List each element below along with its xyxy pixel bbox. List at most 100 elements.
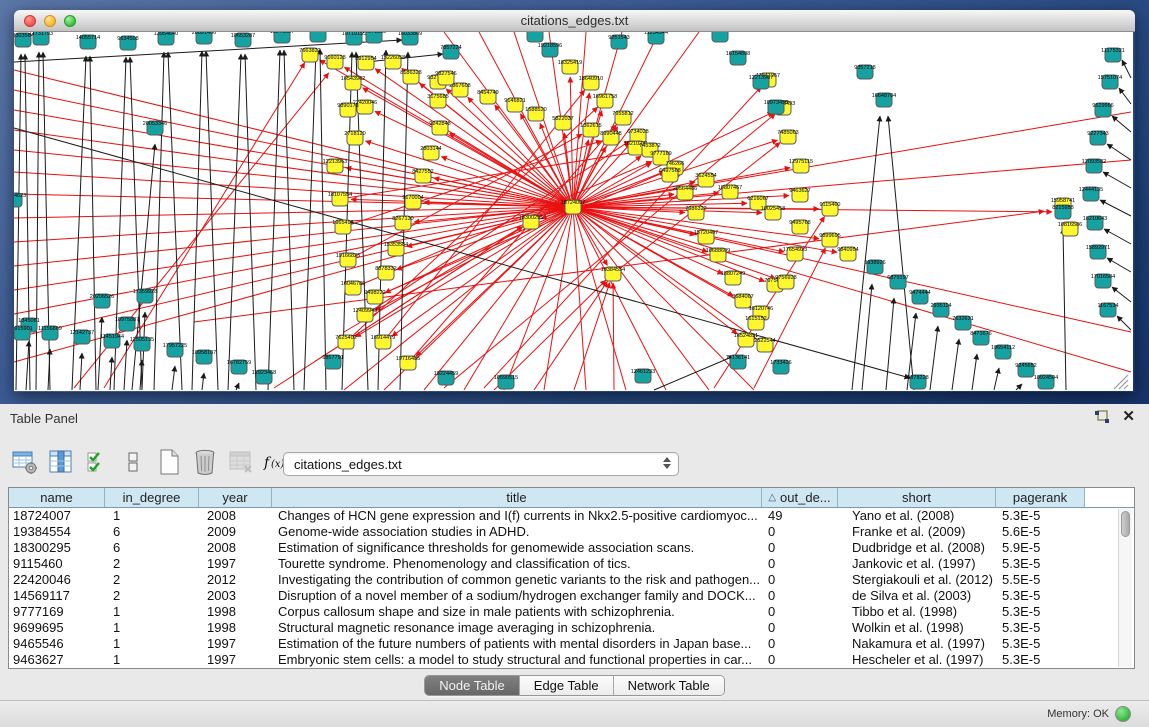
- row-stack-button[interactable]: [118, 446, 148, 478]
- table-row[interactable]: 1938455462009Genome-wide association stu…: [9, 524, 1134, 540]
- graph-edge[interactable]: [573, 32, 699, 207]
- graph-edge[interactable]: [1107, 258, 1131, 272]
- graph-edge[interactable]: [1119, 88, 1131, 104]
- graph-node[interactable]: 16210643: [1083, 216, 1107, 230]
- graph-node[interactable]: 2687682: [709, 32, 730, 42]
- table-mode-button[interactable]: [10, 446, 40, 478]
- network-canvas[interactable]: 1832541918640910169617585822037158852091…: [14, 32, 1133, 391]
- table-row[interactable]: 2242004622012Investigating the contribut…: [9, 572, 1134, 588]
- graph-node[interactable]: 9498222: [364, 290, 385, 304]
- graph-node[interactable]: 7625402: [335, 335, 356, 349]
- graph-node[interactable]: 17016504: [1091, 274, 1115, 288]
- graph-edge[interactable]: [862, 284, 872, 390]
- graph-node[interactable]: 11254944: [644, 32, 668, 44]
- table-row[interactable]: 946362711997Embryonic stem cells: a mode…: [9, 652, 1134, 668]
- graph-edge[interactable]: [1103, 172, 1131, 188]
- graph-node[interactable]: 1167534: [1097, 303, 1118, 317]
- graph-edge[interactable]: [484, 87, 761, 388]
- graph-node[interactable]: 3624554: [695, 173, 716, 187]
- graph-node[interactable]: 16033809: [398, 32, 422, 45]
- graph-edge[interactable]: [1016, 384, 1022, 390]
- graph-edge[interactable]: [168, 52, 182, 390]
- graph-edge[interactable]: [1112, 287, 1131, 302]
- column-header-pagerank[interactable]: pagerank: [996, 488, 1085, 507]
- graph-node[interactable]: 18107554: [328, 192, 352, 206]
- node-table[interactable]: namein_degreeyeartitle△out_de...shortpag…: [8, 487, 1135, 669]
- graph-node[interactable]: 10025458: [761, 206, 785, 220]
- graph-node[interactable]: 2803144: [420, 146, 441, 160]
- graph-node[interactable]: 12461233: [631, 369, 655, 383]
- graph-node[interactable]: 8471676: [970, 331, 991, 345]
- graph-edge[interactable]: [1063, 228, 1066, 390]
- table-row[interactable]: 911546021997Tourette syndrome. Phenomeno…: [9, 556, 1134, 572]
- graph-node[interactable]: 10924504: [1034, 375, 1058, 389]
- graph-edge[interactable]: [930, 326, 938, 390]
- column-header-short[interactable]: short: [838, 488, 996, 507]
- graph-node[interactable]: 16961758: [593, 94, 617, 108]
- graph-node[interactable]: 10653287: [231, 33, 255, 47]
- graph-node[interactable]: 12975115: [789, 159, 813, 173]
- graph-node[interactable]: 11156869: [38, 326, 62, 340]
- graph-node[interactable]: 20891406: [192, 32, 216, 44]
- graph-node[interactable]: 12142737: [70, 330, 94, 344]
- graph-edge[interactable]: [424, 207, 573, 390]
- graph-node[interactable]: 16543962: [341, 76, 365, 90]
- tab-edge-table[interactable]: Edge Table: [520, 676, 614, 695]
- graph-node[interactable]: 19218596: [538, 43, 562, 57]
- graph-node[interactable]: 9463627: [789, 188, 810, 202]
- graph-node[interactable]: 9857791: [322, 355, 343, 369]
- graph-node[interactable]: 10524623: [14, 193, 26, 207]
- graph-node[interactable]: 12093582: [1082, 159, 1106, 173]
- table-row[interactable]: 977716911998Corpus callosum shape and si…: [9, 604, 1134, 620]
- graph-node[interactable]: 1362615: [580, 123, 601, 137]
- graph-node[interactable]: 7632621: [952, 316, 973, 330]
- column-header-year[interactable]: year: [199, 488, 272, 507]
- table-row[interactable]: 969969511998Structural magnetic resonanc…: [9, 620, 1134, 636]
- new-document-button[interactable]: [154, 446, 184, 478]
- graph-node[interactable]: 9251543: [608, 35, 629, 49]
- graph-edge[interactable]: [1107, 144, 1131, 160]
- graph-node[interactable]: 7986322: [685, 206, 706, 220]
- graph-node[interactable]: 12444135: [1079, 187, 1103, 201]
- graph-edge[interactable]: [124, 340, 127, 390]
- graph-node[interactable]: 18807249: [721, 271, 745, 285]
- graph-node[interactable]: 16154808: [726, 51, 750, 65]
- graph-node[interactable]: 7857224: [440, 45, 461, 59]
- column-checks-button[interactable]: [82, 446, 112, 478]
- graph-node[interactable]: 17359928: [133, 289, 157, 303]
- graph-edge[interactable]: [304, 49, 316, 390]
- graph-edge[interactable]: [654, 356, 734, 390]
- graph-node[interactable]: 1965498: [332, 220, 353, 234]
- graph-node[interactable]: 2718120: [344, 131, 365, 145]
- graph-edge[interactable]: [972, 354, 977, 390]
- graph-node[interactable]: 8427552: [412, 169, 433, 183]
- graph-node[interactable]: 12505135: [130, 337, 154, 351]
- column-header-title[interactable]: title: [272, 488, 762, 507]
- graph-node[interactable]: 7955812: [612, 111, 633, 125]
- graph-node[interactable]: 9242848: [429, 121, 450, 135]
- graph-edge[interactable]: [573, 207, 586, 390]
- graph-edge[interactable]: [154, 52, 164, 390]
- graph-edge[interactable]: [392, 207, 573, 336]
- window-titlebar[interactable]: citations_edges.txt: [14, 10, 1135, 32]
- graph-node[interactable]: 8267130: [392, 216, 413, 230]
- graph-node[interactable]: 18224459: [434, 371, 458, 385]
- graph-node[interactable]: 16914479: [371, 335, 395, 349]
- graph-edge[interactable]: [1104, 229, 1131, 244]
- graph-node[interactable]: 1615152: [745, 316, 766, 330]
- graph-edge[interactable]: [613, 283, 614, 390]
- graph-node[interactable]: 6466161: [307, 32, 328, 42]
- float-panel-icon[interactable]: [1094, 410, 1110, 424]
- graph-edge[interactable]: [573, 207, 1131, 372]
- graph-node[interactable]: 9827546: [435, 71, 456, 85]
- tab-node-table[interactable]: Node Table: [425, 676, 520, 695]
- graph-node[interactable]: 9160128: [324, 55, 345, 69]
- graph-edge[interactable]: [994, 368, 999, 390]
- graph-node[interactable]: 8878332: [375, 266, 396, 280]
- graph-node[interactable]: 3915901: [14, 326, 33, 340]
- network-window[interactable]: citations_edges.txt 18325419186409101696…: [14, 10, 1135, 392]
- table-scrollbar[interactable]: [1118, 509, 1132, 667]
- graph-edge[interactable]: [110, 357, 112, 390]
- column-header-out-de-[interactable]: △out_de...: [762, 488, 838, 507]
- column-header-name[interactable]: name: [9, 488, 105, 507]
